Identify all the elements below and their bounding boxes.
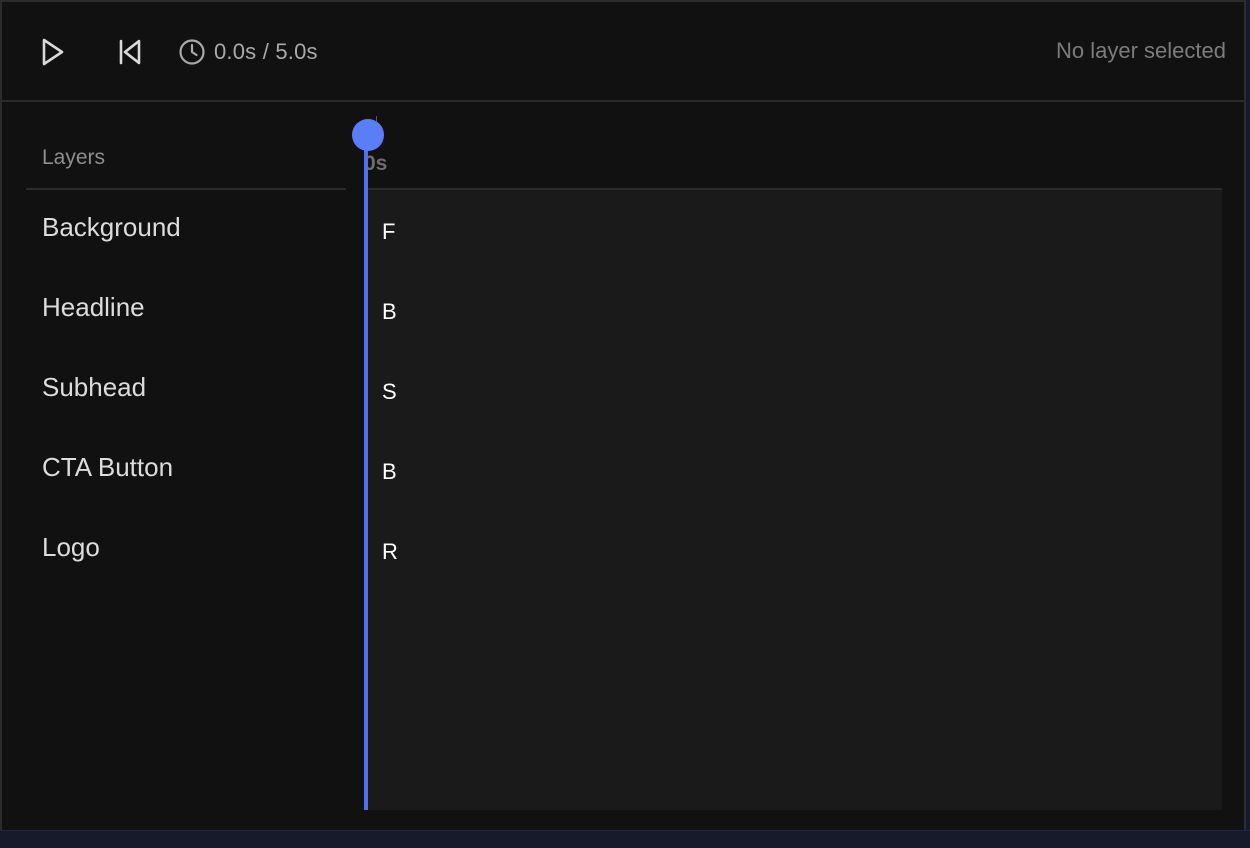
restart-button[interactable] [110,32,150,72]
layer-item-logo[interactable]: Logo [26,516,346,596]
clip-logo[interactable]: R [370,522,400,578]
clip-headline[interactable]: B [370,282,400,338]
play-icon [42,38,64,66]
layers-panel: Layers Background Headline Subhead CTA B… [26,102,346,812]
clip-label: B [382,299,397,324]
time-display: 0.0s / 5.0s [178,36,318,68]
layer-label: Logo [42,532,100,562]
track-row-background: F [364,190,1222,270]
playhead-handle[interactable] [352,119,384,151]
layer-item-background[interactable]: Background [26,196,346,276]
skip-to-start-icon [119,39,141,65]
track-row-subhead: S [364,350,1222,430]
selection-status: No layer selected [1056,38,1226,63]
layer-label: Headline [42,292,145,322]
layer-item-cta-button[interactable]: CTA Button [26,436,346,516]
layer-item-subhead[interactable]: Subhead [26,356,346,436]
track-row-cta-button: B [364,430,1222,510]
clip-label: B [382,459,397,484]
layer-label: Subhead [42,372,147,402]
clock-icon [179,39,205,65]
track-row-logo: R [364,510,1222,590]
clip-cta-button[interactable]: B [370,442,400,498]
layer-label: CTA Button [42,452,174,482]
layer-item-headline[interactable]: Headline [26,276,346,356]
layer-label: Background [42,212,181,242]
playhead[interactable] [352,102,384,810]
clip-label: F [382,219,396,244]
layers-header: Layers [26,102,346,190]
play-button[interactable] [32,32,72,72]
track-area[interactable]: F B S B R [364,190,1222,810]
timeline[interactable]: 0s F B S B R [352,102,1222,810]
time-readout: 0.0s / 5.0s [214,39,318,64]
bottom-edge [0,830,1250,848]
animation-editor: 0.0s / 5.0s No layer selected Layers Bac… [0,0,1246,830]
clip-subhead[interactable]: S [370,362,400,418]
layers-title: Layers [42,146,106,169]
clip-background[interactable]: F [370,202,400,258]
clip-label: S [382,379,397,404]
time-ruler[interactable]: 0s [364,102,1222,190]
track-row-headline: B [364,270,1222,350]
playhead-line [364,136,368,810]
toolbar: 0.0s / 5.0s No layer selected [2,2,1244,102]
clip-label: R [382,539,398,564]
